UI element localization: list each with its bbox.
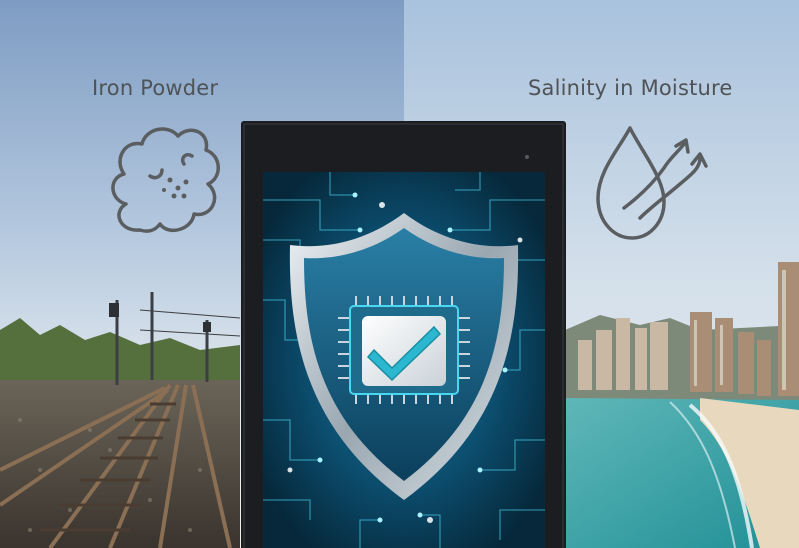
salinity-in-moisture-label: Salinity in Moisture [528,76,733,100]
banner: Iron Powder Salinity in Moisture [0,0,799,548]
iron-powder-label: Iron Powder [92,76,219,100]
